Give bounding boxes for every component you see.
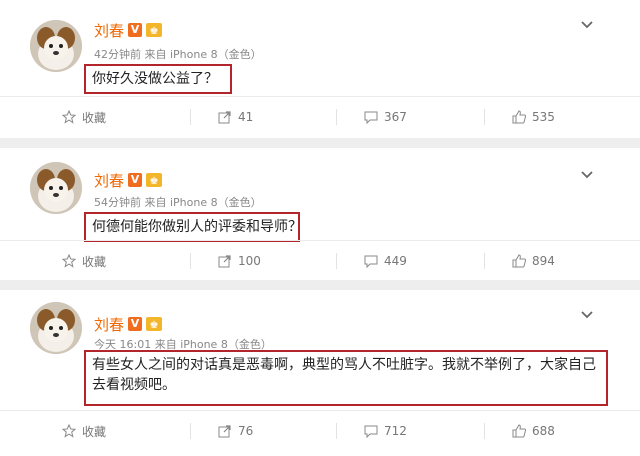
post-card: 刘春 V ♚ 54分钟前 来自 iPhone 8（金色） 何德何能你做别人的评委… — [0, 148, 640, 280]
level-badge-icon: ♚ — [146, 23, 162, 37]
action-bar: 收藏 100 449 894 — [0, 240, 640, 281]
favorite-button[interactable]: 收藏 — [62, 97, 106, 137]
divider — [484, 109, 485, 125]
separator — [0, 138, 640, 148]
chevron-down-icon[interactable] — [580, 310, 594, 320]
comment-count: 712 — [384, 424, 407, 438]
action-bar: 收藏 76 712 688 — [0, 410, 640, 451]
divider — [336, 109, 337, 125]
repost-icon — [218, 111, 231, 124]
post-content: 你好久没做公益了？ — [84, 64, 232, 94]
repost-icon — [218, 425, 231, 438]
comment-button[interactable]: 449 — [336, 241, 407, 281]
repost-icon — [218, 255, 231, 268]
comment-button[interactable]: 712 — [336, 411, 407, 451]
repost-button[interactable]: 100 — [190, 241, 261, 281]
post-card: 刘春 V ♚ 42分钟前 来自 iPhone 8（金色） 你好久没做公益了？ 收… — [0, 0, 640, 140]
post-card: 刘春 V ♚ 今天 16:01 来自 iPhone 8（金色） 有些女人之间的对… — [0, 290, 640, 456]
author-name[interactable]: 刘春 — [94, 314, 124, 335]
divider — [190, 253, 191, 269]
thumbs-up-icon — [512, 424, 526, 438]
svg-text:♚: ♚ — [150, 320, 159, 331]
thumbs-up-icon — [512, 110, 526, 124]
comment-icon — [364, 255, 378, 268]
avatar[interactable] — [30, 302, 82, 354]
like-button[interactable]: 535 — [484, 97, 555, 137]
comment-icon — [364, 111, 378, 124]
post-content: 何德何能你做别人的评委和导师？ — [84, 212, 302, 242]
favorite-button[interactable]: 收藏 — [62, 411, 106, 451]
action-bar: 收藏 41 367 535 — [0, 96, 640, 137]
divider — [190, 109, 191, 125]
repost-count: 41 — [238, 110, 254, 124]
svg-text:♚: ♚ — [150, 26, 159, 37]
chevron-down-icon[interactable] — [580, 170, 594, 180]
repost-count: 100 — [238, 254, 261, 268]
author-name[interactable]: 刘春 — [94, 170, 124, 191]
avatar[interactable] — [30, 162, 82, 214]
star-icon — [62, 254, 76, 268]
divider — [190, 423, 191, 439]
post-meta: 54分钟前 来自 iPhone 8（金色） — [94, 196, 262, 209]
comment-button[interactable]: 367 — [336, 97, 407, 137]
star-icon — [62, 424, 76, 438]
weibo-feed: 刘春 V ♚ 42分钟前 来自 iPhone 8（金色） 你好久没做公益了？ 收… — [0, 0, 640, 456]
repost-button[interactable]: 41 — [190, 97, 254, 137]
thumbs-up-icon — [512, 254, 526, 268]
repost-count: 76 — [238, 424, 254, 438]
star-icon — [62, 110, 76, 124]
favorite-label: 收藏 — [82, 110, 107, 125]
avatar[interactable] — [30, 20, 82, 72]
level-badge-icon: ♚ — [146, 317, 162, 331]
level-badge-icon: ♚ — [146, 173, 162, 187]
separator — [0, 280, 640, 290]
comment-icon — [364, 425, 378, 438]
like-count: 688 — [532, 424, 555, 438]
favorite-label: 收藏 — [82, 424, 107, 439]
divider — [336, 253, 337, 269]
chevron-down-icon[interactable] — [580, 20, 594, 30]
favorite-button[interactable]: 收藏 — [62, 241, 106, 281]
post-content: 有些女人之间的对话真是恶毒啊，典型的骂人不吐脏字。我就不举例了，大家自己去看视频… — [84, 350, 608, 406]
divider — [484, 423, 485, 439]
like-button[interactable]: 688 — [484, 411, 555, 451]
verified-badge: V — [128, 23, 142, 37]
favorite-label: 收藏 — [82, 254, 107, 269]
author-name[interactable]: 刘春 — [94, 20, 124, 41]
comment-count: 449 — [384, 254, 407, 268]
like-button[interactable]: 894 — [484, 241, 555, 281]
like-count: 894 — [532, 254, 555, 268]
post-meta: 42分钟前 来自 iPhone 8（金色） — [94, 48, 262, 61]
divider — [484, 253, 485, 269]
comment-count: 367 — [384, 110, 407, 124]
like-count: 535 — [532, 110, 555, 124]
verified-badge: V — [128, 317, 142, 331]
verified-badge: V — [128, 173, 142, 187]
svg-text:♚: ♚ — [150, 176, 159, 187]
repost-button[interactable]: 76 — [190, 411, 254, 451]
divider — [336, 423, 337, 439]
